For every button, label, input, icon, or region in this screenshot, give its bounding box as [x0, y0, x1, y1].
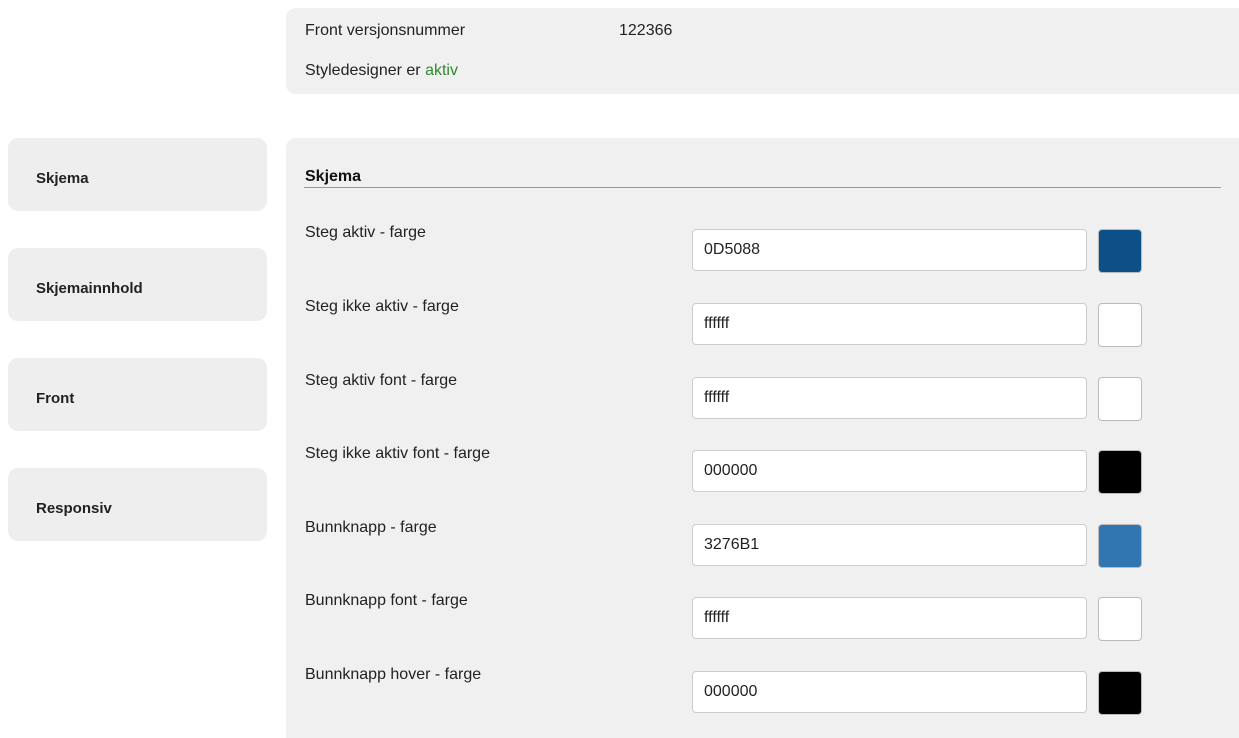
field-label: Steg aktiv font - farge [305, 372, 458, 389]
color-swatch[interactable] [1098, 229, 1142, 273]
color-swatch[interactable] [1098, 671, 1142, 715]
sidebar-item-responsiv[interactable]: Responsiv [8, 468, 267, 541]
sidebar-item-skjemainnhold[interactable]: Skjemainnhold [8, 248, 267, 321]
color-swatch[interactable] [1098, 597, 1142, 641]
field-label: Bunnknapp font - farge [305, 592, 468, 609]
field-row-steg-aktiv: Steg aktiv - farge [286, 223, 1239, 273]
color-hex-input[interactable] [692, 229, 1087, 271]
field-label: Bunnknapp hover - farge [305, 666, 482, 683]
field-row-bunnknapp-font: Bunnknapp font - farge [286, 591, 1239, 641]
sidebar-item-skjema[interactable]: Skjema [8, 138, 267, 211]
field-row-steg-ikke-aktiv-font: Steg ikke aktiv font - farge [286, 444, 1239, 494]
field-label: Steg aktiv - farge [305, 224, 426, 241]
info-panel: Front versjonsnummer 122366 Styledesigne… [286, 8, 1239, 94]
field-label: Steg ikke aktiv font - farge [305, 445, 490, 462]
color-swatch[interactable] [1098, 303, 1142, 347]
color-hex-input[interactable] [692, 303, 1087, 345]
status-badge: aktiv [425, 62, 458, 79]
field-row-bunnknapp: Bunnknapp - farge [286, 518, 1239, 568]
settings-panel: Skjema Steg aktiv - farge Steg ikke akti… [286, 138, 1239, 738]
field-row-bunnknapp-hover: Bunnknapp hover - farge [286, 665, 1239, 715]
styledesigner-status: Styledesigner er aktiv [305, 61, 458, 81]
field-row-steg-ikke-aktiv: Steg ikke aktiv - farge [286, 297, 1239, 347]
section-title: Skjema [305, 168, 362, 185]
section-divider [304, 187, 1221, 188]
styledesigner-prefix: Styledesigner er [305, 62, 421, 79]
color-hex-input[interactable] [692, 377, 1087, 419]
color-hex-input[interactable] [692, 597, 1087, 639]
color-hex-input[interactable] [692, 524, 1087, 566]
color-swatch[interactable] [1098, 377, 1142, 421]
sidebar-item-front[interactable]: Front [8, 358, 267, 431]
field-label: Steg ikke aktiv - farge [305, 298, 459, 315]
color-swatch[interactable] [1098, 450, 1142, 494]
color-swatch[interactable] [1098, 524, 1142, 568]
color-hex-input[interactable] [692, 450, 1087, 492]
color-hex-input[interactable] [692, 671, 1087, 713]
sidebar: Skjema Skjemainnhold Front Responsiv [8, 138, 267, 578]
version-value: 122366 [619, 22, 673, 39]
field-label: Bunnknapp - farge [305, 519, 437, 536]
field-row-steg-aktiv-font: Steg aktiv font - farge [286, 371, 1239, 421]
version-label: Front versjonsnummer [305, 22, 466, 39]
